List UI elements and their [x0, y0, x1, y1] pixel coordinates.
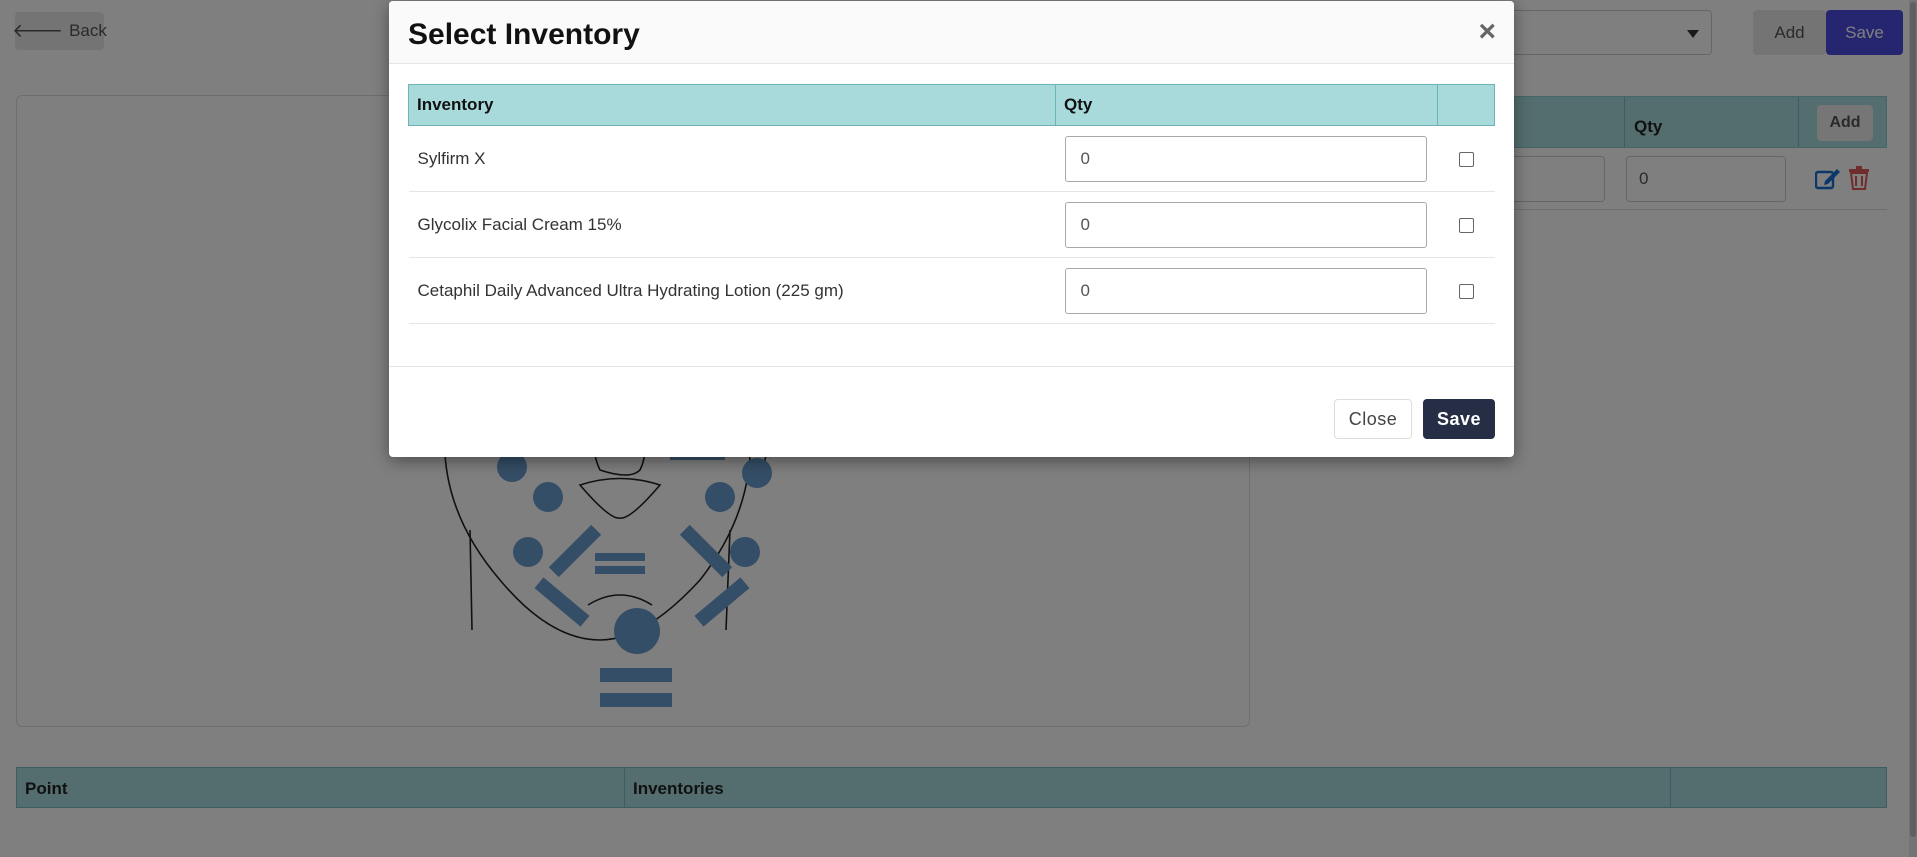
- qty-input[interactable]: 0: [1064, 267, 1427, 314]
- modal-header: Select Inventory ×: [389, 1, 1514, 64]
- table-row: Sylfirm X 0: [408, 125, 1495, 192]
- qty-input[interactable]: 0: [1064, 135, 1427, 182]
- inventory-name: Cetaphil Daily Advanced Ultra Hydrating …: [408, 257, 1056, 324]
- inventory-table-header-row: Inventory Qty: [408, 84, 1495, 126]
- col-select: [1437, 84, 1495, 126]
- table-row: Glycolix Facial Cream 15% 0: [408, 191, 1495, 258]
- select-checkbox[interactable]: [1458, 217, 1474, 233]
- select-checkbox[interactable]: [1458, 151, 1474, 167]
- modal-footer: Close Save: [389, 366, 1514, 457]
- select-checkbox[interactable]: [1458, 283, 1474, 299]
- modal-close-button[interactable]: Close: [1334, 399, 1412, 439]
- inventory-table: Inventory Qty Sylfirm X 0 Glycolix Facia…: [408, 84, 1495, 324]
- qty-input[interactable]: 0: [1064, 201, 1427, 248]
- close-icon[interactable]: ×: [1478, 17, 1496, 47]
- table-row: Cetaphil Daily Advanced Ultra Hydrating …: [408, 257, 1495, 324]
- modal-title: Select Inventory: [408, 18, 640, 51]
- inventory-name: Sylfirm X: [408, 125, 1056, 192]
- select-inventory-modal: Select Inventory × Inventory Qty Sylfirm…: [389, 1, 1514, 457]
- inventory-name: Glycolix Facial Cream 15%: [408, 191, 1056, 258]
- modal-save-button[interactable]: Save: [1423, 399, 1495, 439]
- col-qty: Qty: [1055, 84, 1438, 126]
- col-inventory: Inventory: [408, 84, 1056, 126]
